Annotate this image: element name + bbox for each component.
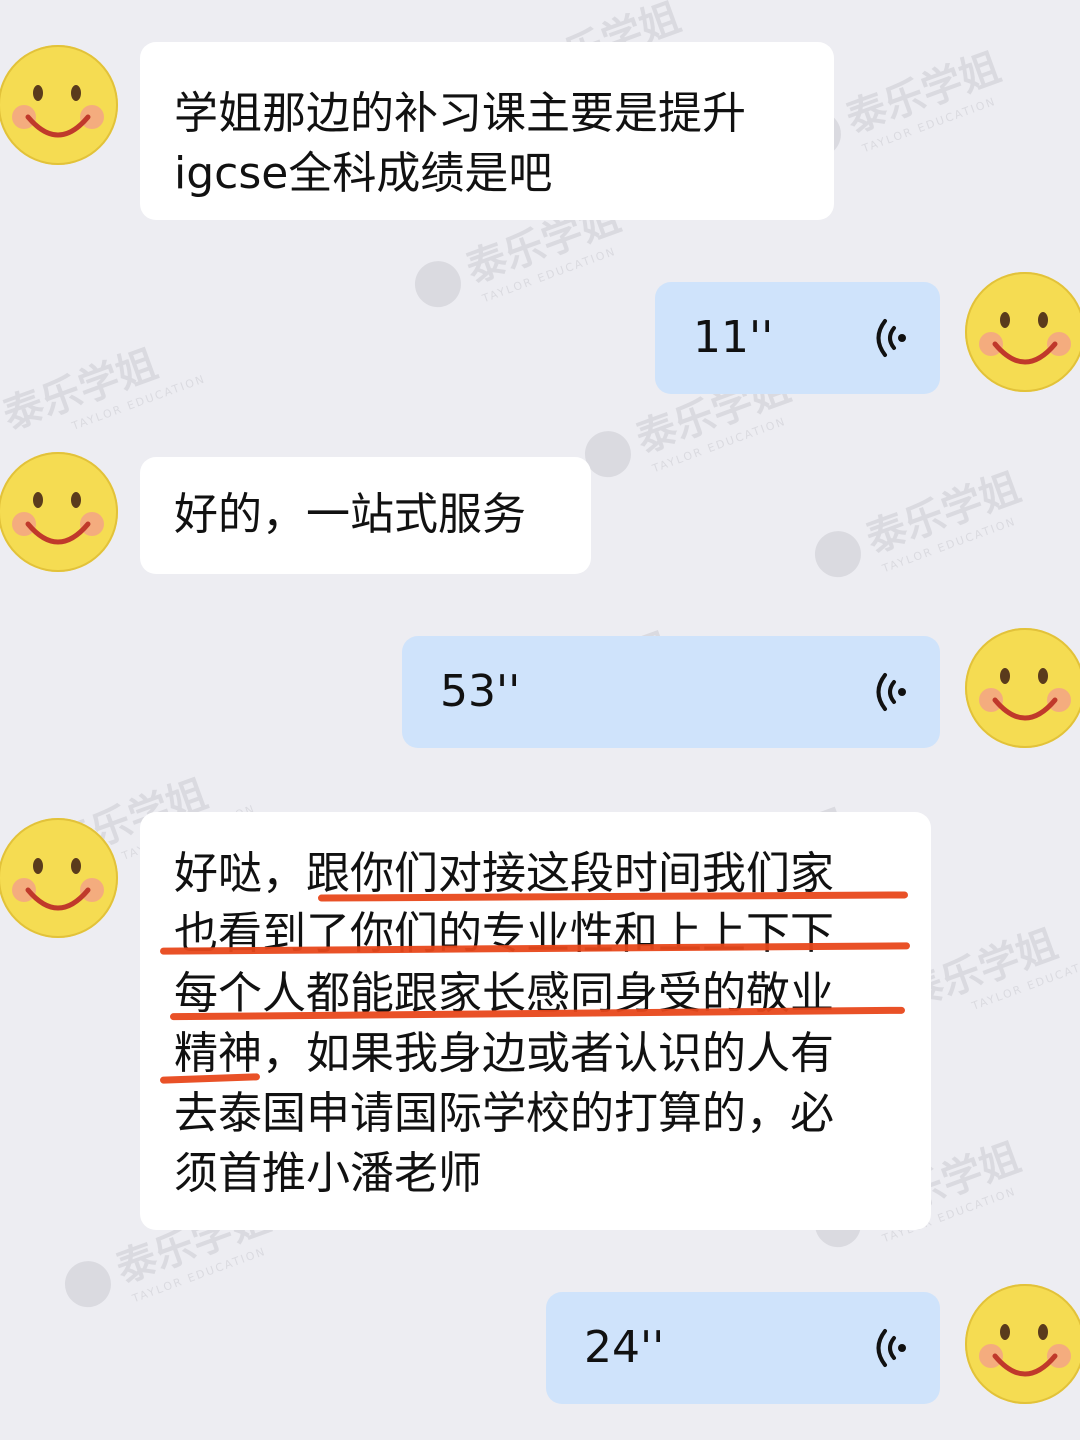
chat-area: 泰乐学姐 TAYLOR EDUCATION 泰乐学姐 TAYLOR EDUCATIO… [0, 0, 1080, 1440]
message-bubble-received[interactable]: 好哒，跟你们对接这段时间我们家 也看到了你们的专业性和上上下下 每个人都能跟家长… [140, 812, 931, 1230]
voice-duration: 53'' [440, 666, 521, 717]
voice-duration: 24'' [584, 1322, 665, 1373]
message-text: 好的，一站式服务 [174, 489, 526, 540]
voice-message-bubble[interactable]: 11'' [655, 282, 940, 394]
voice-duration: 11'' [693, 312, 774, 363]
smiley-face-icon [979, 312, 1071, 365]
avatar[interactable] [0, 452, 118, 572]
avatar[interactable] [965, 272, 1080, 392]
voice-message-bubble[interactable]: 24'' [546, 1292, 940, 1404]
smiley-face-icon [12, 858, 104, 911]
watermark: 泰乐学姐TAYLOR EDUCATION [0, 341, 208, 440]
message-bubble-received[interactable]: 学姐那边的补习课主要是提升 igcse全科成绩是吧 [140, 42, 834, 220]
avatar[interactable] [965, 1284, 1080, 1404]
voice-wave-icon [876, 673, 906, 711]
voice-wave-icon [876, 319, 906, 357]
avatar[interactable] [965, 628, 1080, 748]
message-text: 学姐那边的补习课主要是提升 igcse全科成绩是吧 [174, 88, 746, 199]
avatar[interactable] [0, 45, 118, 165]
smiley-face-icon [12, 492, 104, 545]
smiley-face-icon [979, 668, 1071, 721]
watermark: 泰乐学姐TAYLOR EDUCATION [804, 455, 1031, 596]
avatar[interactable] [0, 818, 118, 938]
smiley-face-icon [12, 85, 104, 138]
voice-wave-icon [876, 1329, 906, 1367]
voice-message-bubble[interactable]: 53'' [402, 636, 940, 748]
smiley-face-icon [979, 1324, 1071, 1377]
message-bubble-received[interactable]: 好的，一站式服务 [140, 457, 591, 574]
